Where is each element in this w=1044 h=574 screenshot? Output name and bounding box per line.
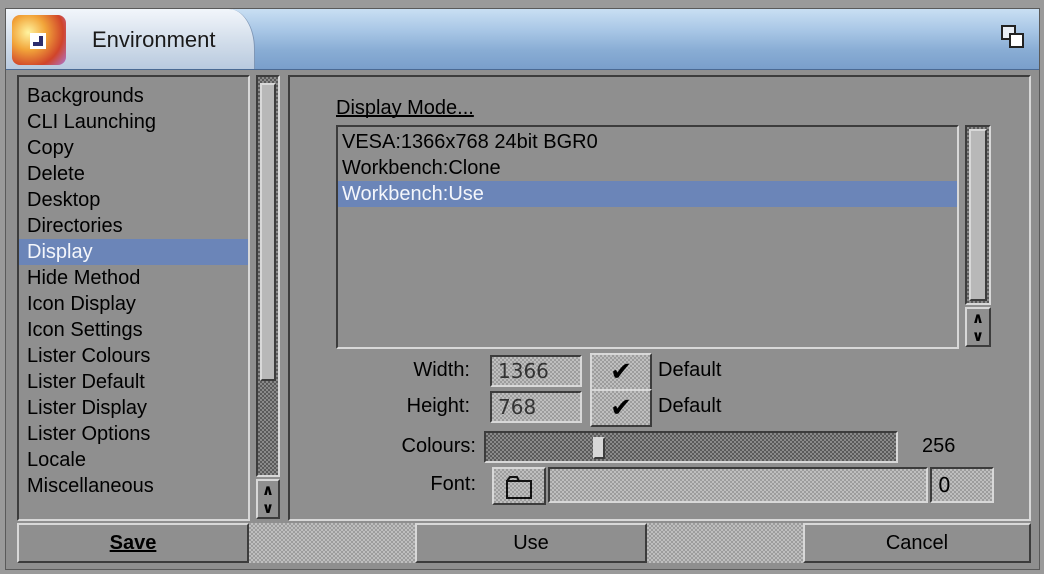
mode-scroll-down-icon[interactable]: ∨ bbox=[967, 327, 989, 345]
use-button[interactable]: Use bbox=[415, 523, 647, 563]
category-item[interactable]: Copy bbox=[19, 135, 248, 161]
category-item[interactable]: Backgrounds bbox=[19, 83, 248, 109]
cancel-button[interactable]: Cancel bbox=[803, 523, 1031, 563]
category-item[interactable]: Lister Default bbox=[19, 369, 248, 395]
folder-icon bbox=[506, 476, 532, 499]
environment-window: Environment Backgrounds CLI Launching Copy… bbox=[5, 8, 1040, 570]
app-logo-icon[interactable] bbox=[12, 15, 66, 65]
display-mode-item[interactable]: Workbench:Clone bbox=[338, 155, 957, 181]
height-default-checkbox[interactable]: ✔ bbox=[590, 389, 652, 427]
use-button-label: Use bbox=[513, 532, 549, 554]
display-mode-text: Display Mode... bbox=[336, 97, 474, 119]
category-scroll-knob[interactable] bbox=[260, 83, 276, 381]
category-item[interactable]: Lister Display bbox=[19, 395, 248, 421]
check-icon: ✔ bbox=[610, 357, 632, 387]
category-item[interactable]: Locale bbox=[19, 447, 248, 473]
mode-scroll-track[interactable] bbox=[965, 125, 991, 305]
window-depth-icon[interactable] bbox=[1001, 25, 1027, 51]
category-list[interactable]: Backgrounds CLI Launching Copy Delete Deskto… bbox=[17, 75, 250, 521]
category-item[interactable]: Hide Method bbox=[19, 265, 248, 291]
category-item[interactable]: CLI Launching bbox=[19, 109, 248, 135]
button-bar: Save Use Cancel bbox=[17, 523, 1031, 563]
title-tab: Environment bbox=[6, 9, 255, 69]
height-default-label: Default bbox=[658, 395, 722, 417]
mode-scroll-knob[interactable] bbox=[969, 129, 987, 301]
category-scrollbar[interactable]: ∧ ∨ bbox=[256, 75, 280, 521]
colours-slider-knob[interactable] bbox=[593, 437, 605, 459]
category-item[interactable]: Miscellaneous bbox=[19, 473, 248, 499]
width-label: Width: bbox=[413, 359, 470, 381]
mode-scrollbar[interactable]: ∧ ∨ bbox=[965, 125, 991, 349]
category-item[interactable]: Desktop bbox=[19, 187, 248, 213]
colours-slider[interactable] bbox=[484, 431, 898, 463]
category-item[interactable]: Lister Colours bbox=[19, 343, 248, 369]
category-item[interactable]: Delete bbox=[19, 161, 248, 187]
cancel-button-label: Cancel bbox=[885, 532, 949, 554]
save-button-label: Save bbox=[109, 532, 157, 554]
display-mode-item[interactable]: VESA:1366x768 24bit BGR0 bbox=[338, 129, 957, 155]
display-settings-panel: Display Mode... VESA:1366x768 24bit BGR0… bbox=[288, 75, 1031, 521]
category-item[interactable]: Lister Options bbox=[19, 421, 248, 447]
colours-label: Colours: bbox=[401, 435, 476, 457]
height-label: Height: bbox=[406, 395, 470, 417]
font-select-button[interactable] bbox=[492, 467, 546, 505]
category-item[interactable]: Directories bbox=[19, 213, 248, 239]
category-panel: Backgrounds CLI Launching Copy Delete Deskto… bbox=[17, 75, 280, 521]
width-default-label: Default bbox=[658, 359, 722, 381]
category-item[interactable]: Display bbox=[19, 239, 248, 265]
category-scroll-track[interactable] bbox=[256, 75, 280, 477]
colours-value: 256 bbox=[922, 435, 956, 457]
font-label: Font: bbox=[430, 473, 476, 495]
save-button[interactable]: Save bbox=[17, 523, 249, 563]
display-mode-list[interactable]: VESA:1366x768 24bit BGR0 Workbench:Clone W… bbox=[336, 125, 959, 349]
display-mode-item[interactable]: Workbench:Use bbox=[338, 181, 957, 207]
category-scroll-arrows[interactable]: ∧ ∨ bbox=[256, 479, 280, 519]
mode-scroll-arrows[interactable]: ∧ ∨ bbox=[965, 307, 991, 347]
title-bar[interactable]: Environment bbox=[6, 9, 1039, 70]
width-default-checkbox[interactable]: ✔ bbox=[590, 353, 652, 391]
category-item[interactable]: Icon Display bbox=[19, 291, 248, 317]
scroll-down-icon[interactable]: ∨ bbox=[258, 499, 278, 517]
window-title: Environment bbox=[92, 27, 216, 52]
display-mode-label: Display Mode... bbox=[336, 97, 474, 120]
font-size-field[interactable]: 0 bbox=[930, 467, 994, 503]
width-field[interactable]: 1366 bbox=[490, 355, 582, 387]
scroll-up-icon[interactable]: ∧ bbox=[258, 481, 278, 499]
category-item[interactable]: Icon Settings bbox=[19, 317, 248, 343]
check-icon: ✔ bbox=[610, 393, 632, 423]
height-field[interactable]: 768 bbox=[490, 391, 582, 423]
font-name-field[interactable] bbox=[548, 467, 928, 503]
mode-scroll-up-icon[interactable]: ∧ bbox=[967, 309, 989, 327]
